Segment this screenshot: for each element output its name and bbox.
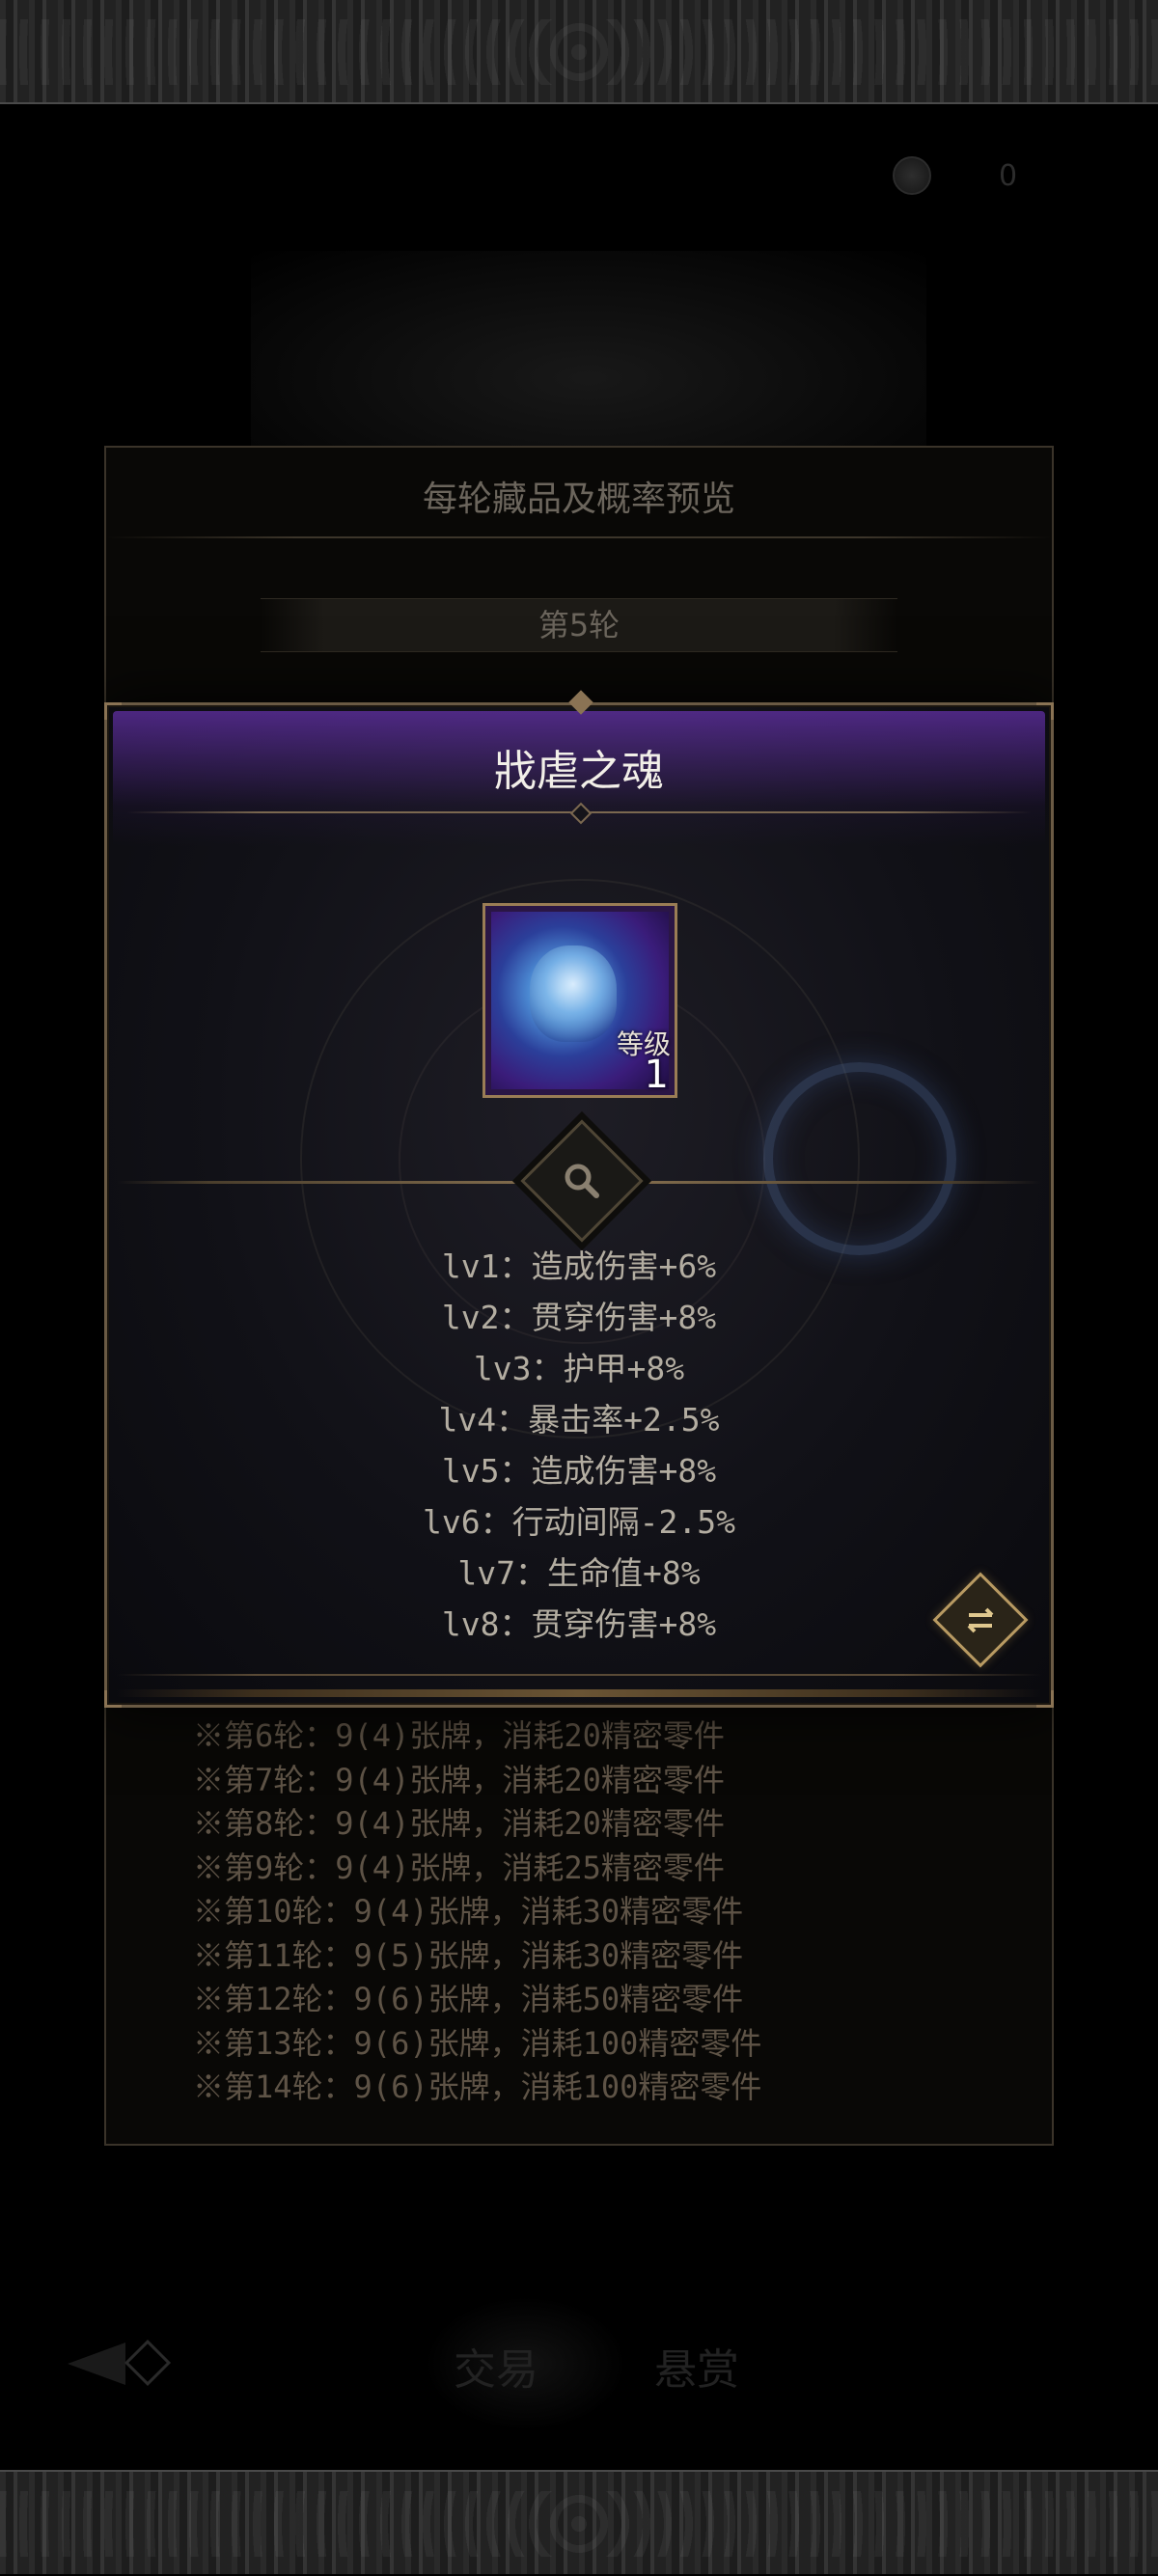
effect-row: lv6：行动间隔-2.5% bbox=[423, 1503, 735, 1541]
effect-row: lv3：护甲+8% bbox=[473, 1350, 685, 1387]
effect-row: lv8：贯穿伤害+8% bbox=[441, 1605, 717, 1643]
swap-arrows-icon bbox=[967, 1607, 994, 1633]
list-item: ※第12轮：9(6)张牌，消耗50精密零件 bbox=[193, 1981, 744, 2017]
item-icon-frame: 等级 1 bbox=[482, 903, 677, 1098]
title-divider bbox=[106, 536, 1052, 538]
effect-row: lv2：贯穿伤害+8% bbox=[441, 1299, 717, 1336]
list-item: ※第9轮：9(4)张牌，消耗25精密零件 bbox=[193, 1849, 725, 1886]
magnifier-icon bbox=[565, 1164, 599, 1198]
top-frame-border bbox=[0, 0, 1158, 104]
list-item: ※第14轮：9(6)张牌，消耗100精密零件 bbox=[193, 2069, 762, 2105]
name-divider bbox=[126, 811, 1032, 813]
panel-title: 每轮藏品及概率预览 bbox=[422, 480, 735, 519]
level-effects-list: lv1：造成伤害+6% lv2：贯穿伤害+8% lv3：护甲+8% lv4：暴击… bbox=[107, 1241, 1051, 1650]
effect-row: lv4：暴击率+2.5% bbox=[438, 1401, 720, 1439]
item-name: 戕虐之魂 bbox=[494, 747, 664, 796]
corner-ornament bbox=[104, 702, 122, 720]
level-value: 1 bbox=[644, 1053, 669, 1097]
effect-row: lv7：生命值+8% bbox=[457, 1554, 701, 1592]
modal-bottom-divider bbox=[117, 1674, 1041, 1676]
list-item: ※第13轮：9(6)张牌，消耗100精密零件 bbox=[193, 2024, 762, 2062]
bottom-frame-border bbox=[0, 2470, 1158, 2574]
frame-ornament bbox=[0, 2491, 1158, 2557]
list-item: ※第8轮：9(4)张牌，消耗20精密零件 bbox=[193, 1805, 725, 1842]
round-selector-tab[interactable]: 第5轮 bbox=[261, 598, 897, 652]
modal-bottom-rule bbox=[117, 1689, 1041, 1697]
frame-ornament bbox=[0, 19, 1158, 85]
effect-row: lv5：造成伤害+8% bbox=[441, 1452, 717, 1490]
background-airship-art bbox=[251, 251, 926, 463]
round-cost-list: ※第6轮：9(4)张牌，消耗20精密零件 ※第7轮：9(4)张牌，消耗20精密零… bbox=[193, 1712, 965, 2107]
portal-ring-decoration bbox=[763, 1062, 956, 1255]
effect-row: lv1：造成伤害+6% bbox=[441, 1247, 717, 1285]
tab-bounty[interactable]: 悬赏 bbox=[654, 2335, 739, 2397]
back-button[interactable] bbox=[68, 2335, 174, 2393]
diamond-icon bbox=[124, 2339, 172, 2387]
currency-display: 0 bbox=[893, 154, 1086, 197]
corner-ornament bbox=[1036, 702, 1054, 720]
list-item: ※第6轮：9(4)张牌，消耗20精密零件 bbox=[193, 1717, 725, 1754]
blue-spirit-skull-icon bbox=[491, 912, 669, 1089]
list-item: ※第10轮：9(4)张牌，消耗30精密零件 bbox=[193, 1893, 744, 1930]
bottom-nav: 交易 悬赏 bbox=[454, 2335, 840, 2397]
coin-icon bbox=[893, 156, 931, 195]
currency-value: 0 bbox=[999, 158, 1018, 193]
tab-trade[interactable]: 交易 bbox=[454, 2335, 538, 2397]
back-arrow-icon bbox=[68, 2343, 125, 2385]
item-detail-modal: 戕虐之魂 等级 1 lv1：造成伤害+6% lv2：贯穿伤害+8% lv3：护甲… bbox=[104, 690, 1054, 1708]
list-item: ※第7轮：9(4)张牌，消耗20精密零件 bbox=[193, 1761, 725, 1798]
list-item: ※第11轮：9(5)张牌，消耗30精密零件 bbox=[193, 1936, 744, 1974]
